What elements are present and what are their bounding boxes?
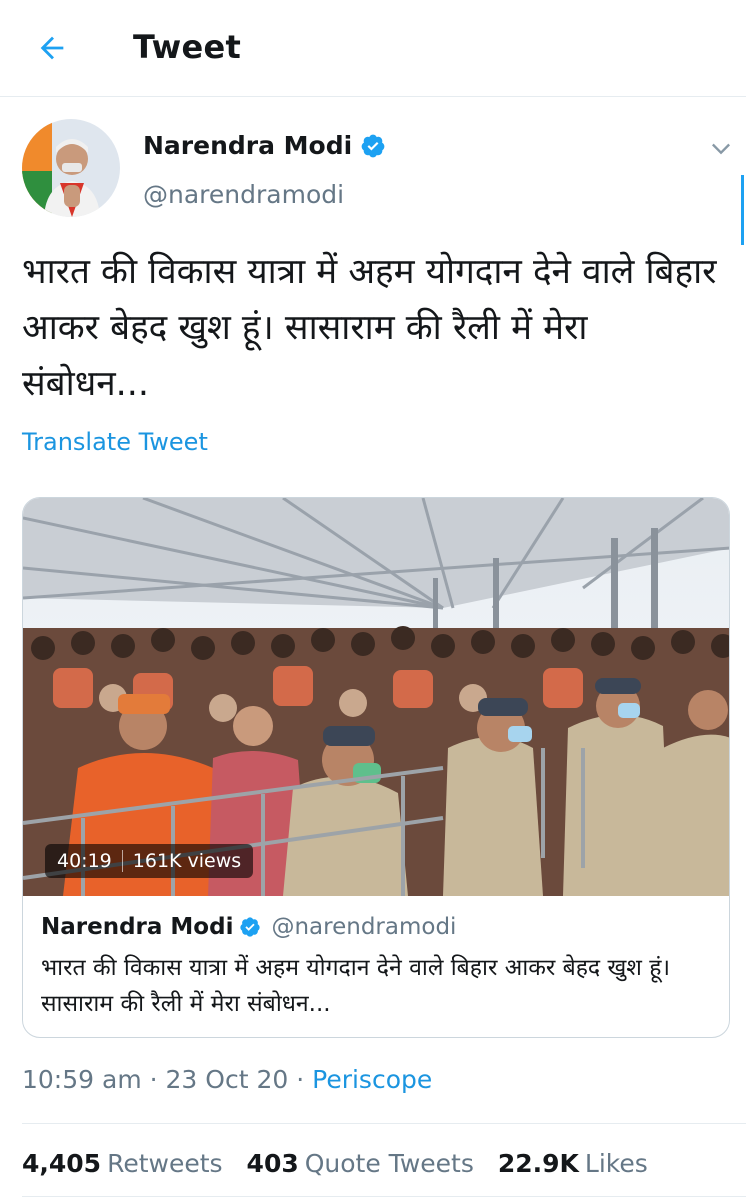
quote-tweets-stat[interactable]: 403 Quote Tweets (247, 1149, 474, 1178)
meta-separator: · (149, 1065, 158, 1094)
avatar[interactable] (22, 119, 120, 217)
translate-tweet-link[interactable]: Translate Tweet (22, 428, 208, 456)
likes-count: 22.9K (497, 1149, 579, 1178)
video-duration: 40:19 (57, 850, 112, 872)
view-count: 161K views (132, 850, 242, 872)
divider (22, 1196, 746, 1197)
video-badge: 40:19 161K views (45, 844, 254, 878)
tweet-meta: 10:59 am · 23 Oct 20 · Periscope (22, 1065, 432, 1094)
author-handle[interactable]: @narendramodi (143, 180, 344, 209)
author-name[interactable]: Narendra Modi (143, 131, 386, 160)
tweet-text: भारत की विकास यात्रा में अहम योगदान देने… (22, 252, 717, 404)
video-thumbnail[interactable]: 40:19 161K views (23, 498, 729, 896)
arrow-left-icon (40, 36, 64, 60)
likes-stat[interactable]: 22.9K Likes (498, 1149, 648, 1178)
quote-tweets-count: 403 (246, 1149, 299, 1178)
card-author: Narendra Modi @narendramodi (41, 914, 456, 940)
engagement-stats: 4,405 Retweets 403 Quote Tweets 22.9K Likes (22, 1149, 648, 1178)
page-title: Tweet (133, 28, 242, 66)
card-author-name: Narendra Modi (41, 914, 234, 940)
retweets-stat[interactable]: 4,405 Retweets (22, 1149, 223, 1178)
tweet-source[interactable]: Periscope (312, 1065, 432, 1094)
card-author-handle: @narendramodi (271, 914, 457, 940)
tweet-date[interactable]: 23 Oct 20 (166, 1065, 289, 1094)
likes-label: Likes (584, 1149, 648, 1178)
retweets-count: 4,405 (22, 1149, 102, 1178)
author-name-text: Narendra Modi (143, 131, 353, 160)
scroll-indicator (741, 175, 744, 245)
tweet-time: 10:59 am (22, 1065, 142, 1094)
meta-separator: · (296, 1065, 305, 1094)
badge-divider (121, 850, 123, 872)
retweets-label: Retweets (107, 1149, 223, 1178)
card-text: भारत की विकास यात्रा में अहम योगदान देने… (41, 955, 671, 1017)
quote-tweets-label: Quote Tweets (304, 1149, 474, 1178)
back-button[interactable] (30, 26, 74, 70)
media-card[interactable]: 40:19 161K views Narendra Modi @narendra… (22, 497, 730, 1038)
verified-badge-icon (240, 917, 261, 937)
top-bar: Tweet (0, 0, 746, 97)
verified-badge-icon (361, 134, 385, 157)
chevron-down-icon[interactable] (707, 134, 735, 162)
divider (22, 1123, 746, 1124)
